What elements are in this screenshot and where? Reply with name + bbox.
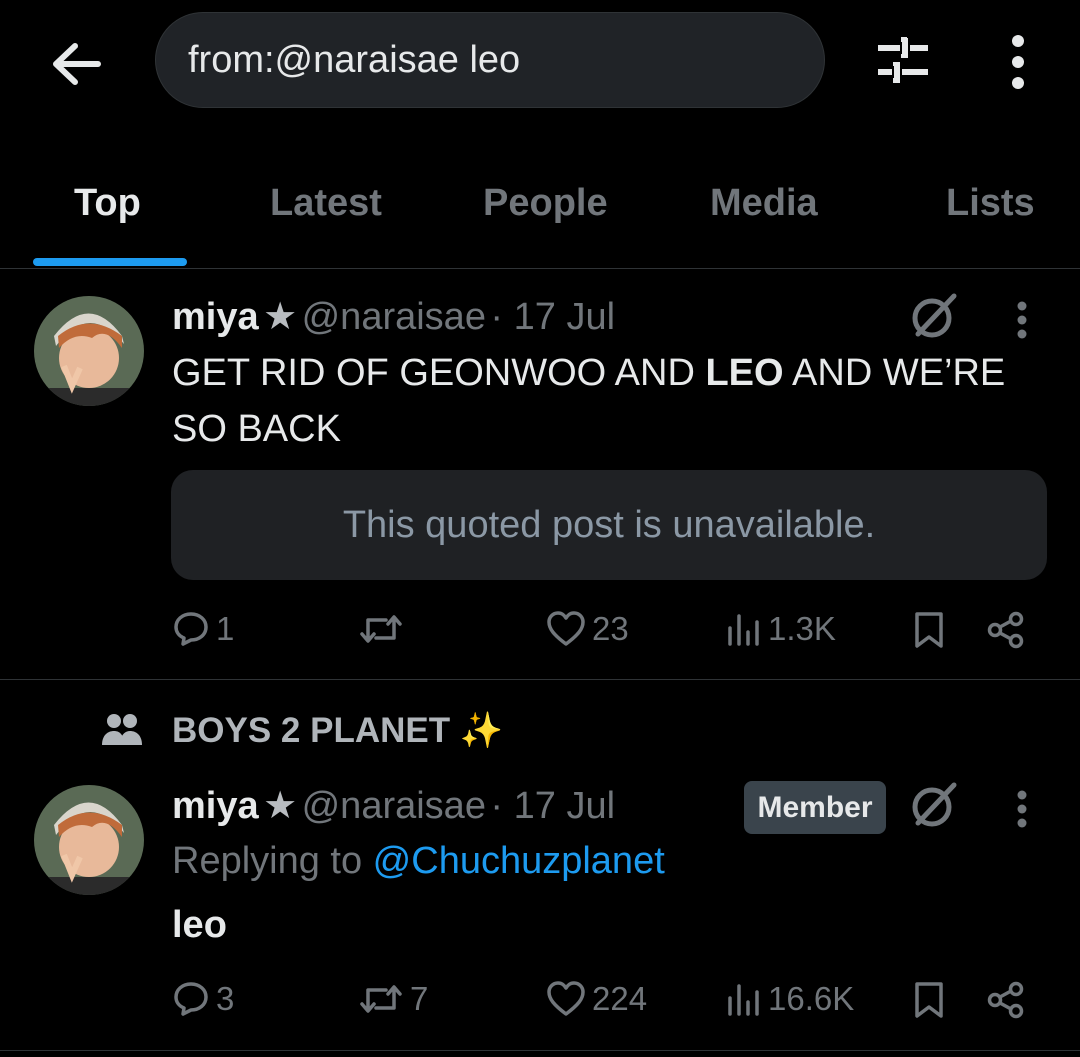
retweet-button[interactable]: 7 — [358, 980, 428, 1018]
bookmark-button[interactable] — [912, 980, 952, 1020]
more-options-button[interactable] — [990, 28, 1046, 96]
more-vertical-icon — [1017, 790, 1027, 828]
active-tab-indicator — [33, 258, 187, 266]
bookmark-button[interactable] — [912, 610, 952, 650]
highlighted-keyword: LEO — [705, 352, 784, 394]
reply-count: 1 — [216, 610, 235, 647]
reply-icon — [174, 612, 208, 646]
tweet-divider — [0, 1050, 1080, 1051]
search-input-container[interactable] — [155, 12, 825, 108]
grok-button[interactable] — [910, 781, 958, 829]
heart-icon — [547, 981, 585, 1016]
tweet-text: leo — [172, 904, 227, 946]
bar-chart-icon — [728, 984, 759, 1016]
bookmark-icon — [915, 612, 943, 648]
retweet-icon — [360, 615, 402, 643]
avatar[interactable] — [34, 296, 144, 406]
star-icon: ★ — [263, 296, 298, 338]
like-button[interactable]: 224 — [546, 980, 647, 1018]
mention-link[interactable]: @Chuchuzplanet — [373, 840, 665, 882]
star-icon: ★ — [263, 785, 298, 827]
tweet-header: miya ★ @naraisae · 17 Jul — [172, 783, 615, 828]
tweet-date[interactable]: · 17 Jul — [490, 785, 615, 827]
arrow-left-icon — [53, 43, 101, 85]
view-count: 1.3K — [768, 610, 836, 647]
reply-icon — [174, 982, 208, 1016]
tweet-text: GET RID OF GEONWOO AND LEO AND WE’RE SO … — [172, 352, 1006, 450]
views-button[interactable]: 1.3K — [726, 610, 836, 648]
replying-to-line: Replying to @Chuchuzplanet — [172, 840, 665, 882]
slash-circle-icon — [912, 293, 957, 338]
reply-count: 3 — [216, 980, 235, 1017]
display-name[interactable]: miya — [172, 296, 259, 338]
retweet-button[interactable] — [358, 610, 410, 648]
avatar[interactable] — [34, 785, 144, 895]
like-count: 23 — [592, 610, 629, 647]
community-name[interactable]: BOYS 2 PLANET ✨ — [172, 710, 503, 751]
grok-button[interactable] — [910, 292, 958, 340]
user-handle[interactable]: @naraisae — [302, 785, 486, 827]
reply-button[interactable]: 1 — [172, 610, 234, 648]
tab-latest[interactable]: Latest — [270, 182, 382, 225]
tabs-divider — [0, 268, 1080, 269]
retweet-count: 7 — [410, 980, 429, 1017]
tweet-date[interactable]: · 17 Jul — [490, 296, 615, 338]
heart-icon — [547, 611, 585, 646]
tweet-header: miya ★ @naraisae · 17 Jul — [172, 294, 615, 339]
retweet-icon — [360, 985, 402, 1013]
like-count: 224 — [592, 980, 648, 1017]
community-icon — [100, 711, 144, 747]
tweet-more-button[interactable] — [1016, 789, 1028, 829]
member-badge: Member — [744, 781, 886, 834]
user-handle[interactable]: @naraisae — [302, 296, 486, 338]
views-button[interactable]: 16.6K — [726, 980, 854, 1018]
share-icon — [987, 611, 1024, 649]
share-icon — [987, 981, 1024, 1019]
search-tabs: Top Latest People Media Lists — [0, 160, 1080, 268]
like-button[interactable]: 23 — [546, 610, 629, 648]
share-button[interactable] — [986, 610, 1032, 650]
bookmark-icon — [915, 982, 943, 1018]
display-name[interactable]: miya — [172, 785, 259, 827]
more-vertical-icon — [1017, 301, 1027, 339]
bar-chart-icon — [728, 614, 759, 646]
tab-lists[interactable]: Lists — [946, 182, 1035, 225]
tab-top[interactable]: Top — [74, 182, 141, 225]
sliders-icon — [878, 37, 928, 83]
tab-media[interactable]: Media — [710, 182, 818, 225]
share-button[interactable] — [986, 980, 1032, 1020]
tweet-more-button[interactable] — [1016, 300, 1028, 340]
tweet-divider — [0, 679, 1080, 680]
quoted-post-unavailable: This quoted post is unavailable. — [171, 470, 1047, 580]
view-count: 16.6K — [768, 980, 855, 1017]
back-button[interactable] — [40, 28, 112, 100]
search-input[interactable] — [188, 38, 824, 82]
tab-people[interactable]: People — [483, 182, 608, 225]
slash-circle-icon — [912, 782, 957, 827]
filter-button[interactable] — [868, 30, 938, 90]
reply-button[interactable]: 3 — [172, 980, 234, 1018]
more-vertical-icon — [1012, 35, 1024, 89]
